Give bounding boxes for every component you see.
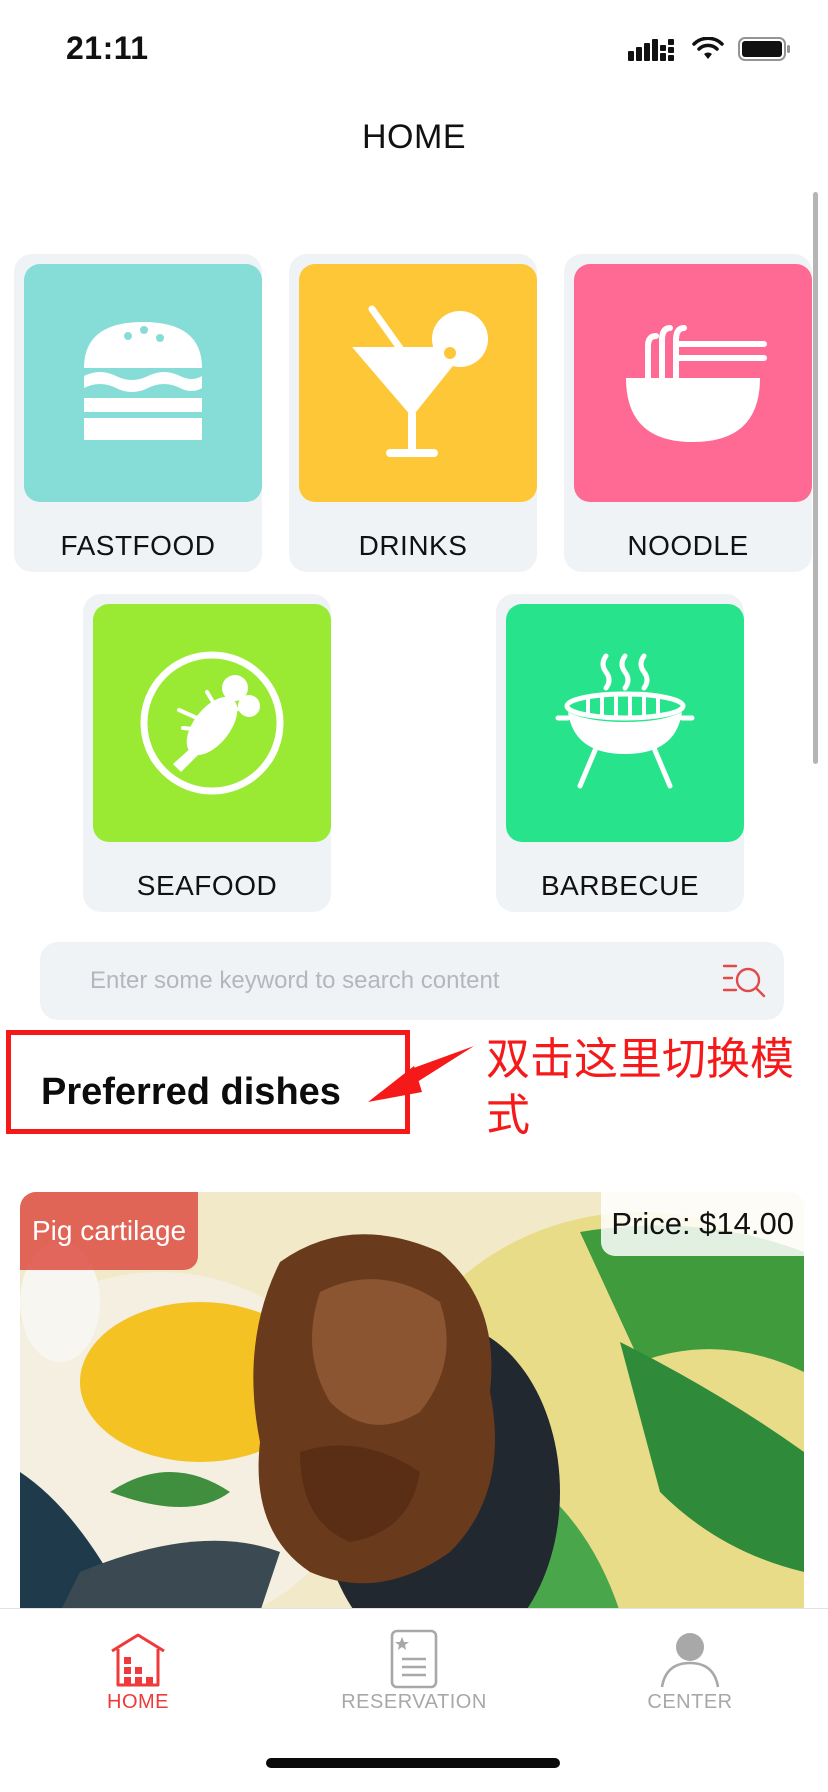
lobster-icon — [140, 651, 284, 795]
cocktail-icon — [352, 305, 488, 457]
dish-card[interactable]: Pig cartilage Price: $14.00 — [20, 1192, 804, 1612]
search-list-icon[interactable] — [722, 960, 766, 1002]
dish-price-badge: Price: $14.00 — [601, 1192, 804, 1256]
grill-icon — [555, 653, 695, 789]
tab-label: CENTER — [647, 1691, 733, 1713]
home-indicator[interactable] — [266, 1758, 560, 1768]
scroll-indicator[interactable] — [813, 192, 818, 764]
tab-label: HOME — [107, 1691, 169, 1713]
reservation-document-icon — [390, 1629, 438, 1689]
category-tile — [93, 604, 331, 842]
category-label: NOODLE — [627, 530, 749, 561]
page-title: HOME — [362, 118, 466, 156]
noodle-bowl-icon — [626, 325, 767, 442]
dish-name-badge: Pig cartilage — [20, 1192, 199, 1270]
tab-label: RESERVATION — [341, 1691, 487, 1713]
category-label: BARBECUE — [540, 870, 700, 901]
category-tile — [24, 264, 262, 502]
category-fastfood[interactable]: FASTFOOD — [14, 254, 262, 572]
section-title: Preferred dishes — [41, 1071, 341, 1113]
category-label: DRINKS — [358, 530, 468, 561]
annotation-arrow-icon — [368, 1046, 474, 1102]
tab-reservation[interactable]: RESERVATION — [276, 1619, 552, 1719]
category-label: FASTFOOD — [60, 530, 216, 561]
tab-center[interactable]: CENTER — [552, 1619, 828, 1719]
category-noodle[interactable]: NOODLE — [564, 254, 812, 572]
category-barbecue[interactable]: BARBECUE — [496, 594, 744, 912]
status-bar: 21:11 — [0, 0, 828, 100]
burger-icon — [84, 322, 202, 440]
signal-icon — [628, 39, 674, 61]
category-drinks[interactable]: DRINKS — [289, 254, 537, 572]
search-bar — [40, 942, 784, 1020]
home-building-icon — [111, 1633, 165, 1687]
category-seafood[interactable]: SEAFOOD — [83, 594, 331, 912]
section-title-highlight[interactable]: Preferred dishes — [6, 1030, 410, 1134]
category-tile — [506, 604, 744, 842]
tab-home[interactable]: HOME — [0, 1619, 276, 1719]
status-icons — [628, 36, 792, 62]
user-profile-icon — [660, 1633, 720, 1688]
category-label: SEAFOOD — [136, 870, 278, 901]
status-time: 21:11 — [66, 30, 149, 66]
search-input[interactable] — [90, 942, 690, 1020]
category-tile — [574, 264, 812, 502]
annotation-text: 双击这里切换模式 — [486, 1034, 794, 1141]
wifi-icon — [692, 37, 724, 59]
category-tile — [299, 264, 537, 502]
battery-icon — [738, 37, 790, 61]
